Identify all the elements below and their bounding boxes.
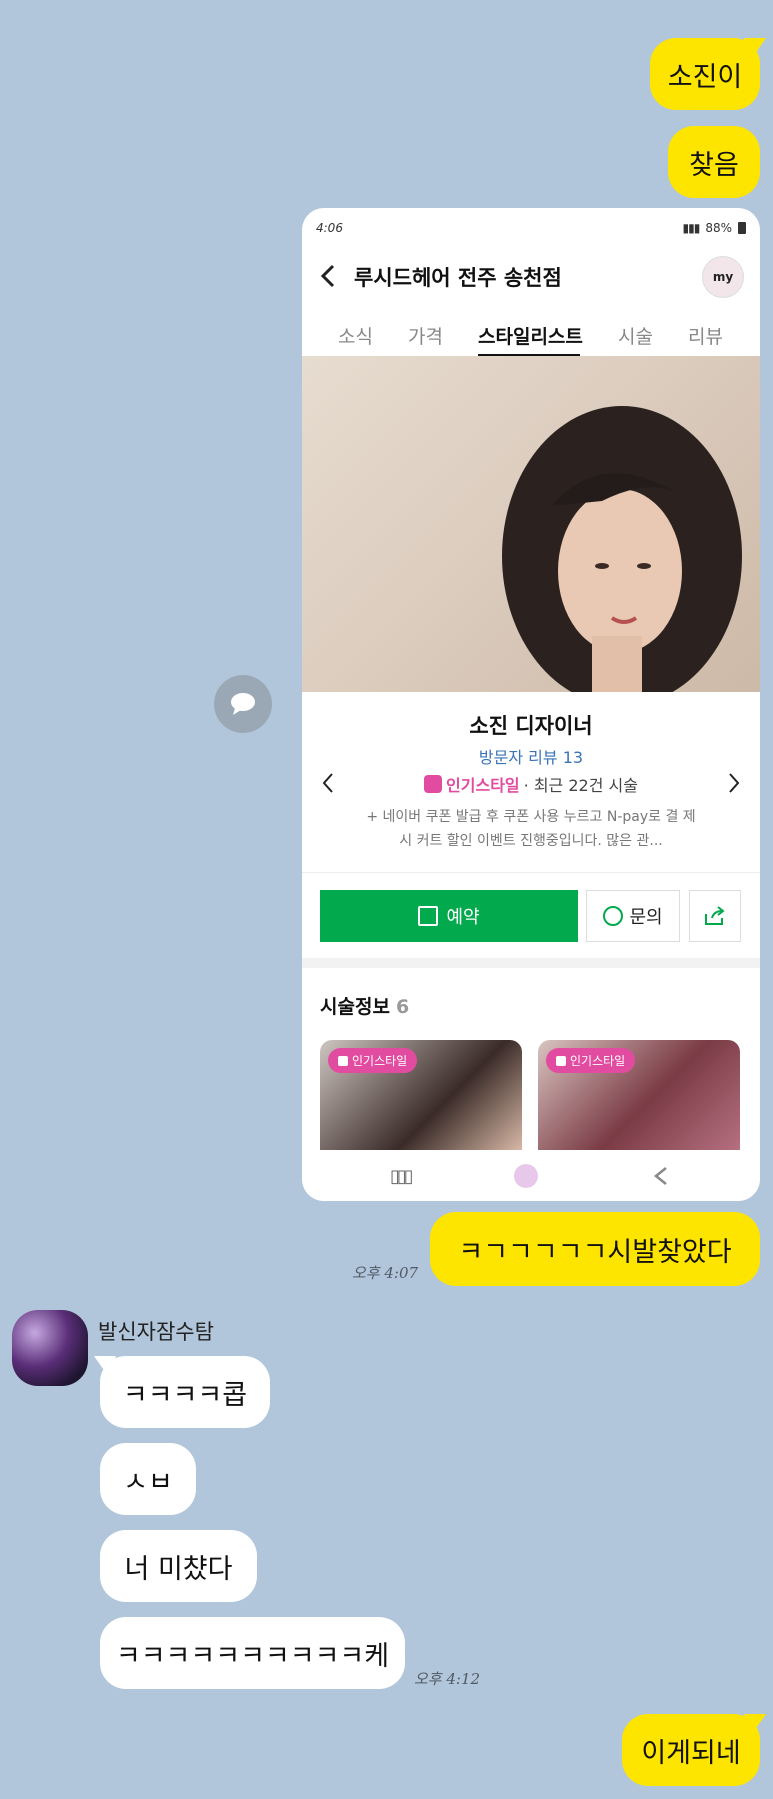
message-text: 너 미챴다 bbox=[124, 1553, 233, 1585]
style-card-1[interactable]: 인기스타일 bbox=[320, 1040, 522, 1150]
section-title: 시술정보 bbox=[320, 996, 390, 1018]
tab-procedure[interactable]: 시술 bbox=[618, 322, 653, 349]
message-text: ㅋㅋㅋㅋ콥 bbox=[122, 1379, 248, 1411]
reserve-button[interactable]: 예약 bbox=[320, 890, 578, 942]
message-text: 소진이 bbox=[667, 61, 743, 93]
promo-line-2[interactable]: 시 커트 할인 이벤트 진행중입니다. 많은 관... bbox=[302, 830, 760, 850]
inquiry-button[interactable]: 문의 bbox=[586, 890, 680, 942]
message-bubble-mine[interactable]: 찾음 bbox=[668, 126, 760, 198]
message-text: ㅋㅋㅋㅋㅋㅋㅋㅋㅋㅋ케 bbox=[115, 1640, 390, 1672]
message-text: 찾음 bbox=[689, 149, 739, 181]
style-card-2[interactable]: 인기스타일 bbox=[538, 1040, 740, 1150]
share-bubble-button[interactable] bbox=[214, 675, 272, 733]
section-header: 시술정보 6 bbox=[320, 992, 409, 1019]
tab-bar: 소식 가격 스타일리스트 시술 리뷰 bbox=[302, 312, 760, 360]
message-bubble-theirs[interactable]: ㅋㅋㅋㅋ콥 bbox=[94, 1356, 270, 1428]
avatar-label: my bbox=[712, 270, 734, 284]
tab-news[interactable]: 소식 bbox=[338, 322, 373, 349]
visitor-review-link[interactable]: 방문자 리뷰 13 bbox=[302, 744, 760, 768]
popular-style-row: 인기스타일 · 최근 22건 시술 bbox=[302, 772, 760, 796]
shared-screenshot[interactable]: 4:06 ▮▮▮ 88% 루시드헤어 전주 송천점 my 소식 가격 스타일리스… bbox=[302, 208, 760, 1201]
share-icon bbox=[705, 906, 725, 925]
message-bubble-theirs[interactable]: 너 미챴다 bbox=[100, 1530, 257, 1602]
status-time: 4:06 bbox=[316, 221, 343, 235]
message-bubble-mine[interactable]: 이게되네 bbox=[622, 1714, 766, 1786]
signal-icon: ▮▮▮ bbox=[682, 221, 701, 235]
message-text: ㅋㄱㄱㄱㄱㄱ시발찾았다 bbox=[458, 1236, 732, 1268]
recent-apps-icon[interactable]: ▯▯▯ bbox=[390, 1166, 414, 1187]
reserve-label: 예약 bbox=[446, 907, 480, 928]
section-count: 6 bbox=[395, 996, 410, 1018]
battery-icon bbox=[738, 222, 746, 234]
designer-photo bbox=[302, 356, 760, 692]
section-separator bbox=[302, 958, 760, 968]
avatar[interactable]: my bbox=[702, 256, 744, 298]
recent-count: · 최근 22건 시술 bbox=[523, 776, 638, 795]
divider bbox=[302, 872, 760, 873]
shop-title: 루시드헤어 전주 송천점 bbox=[354, 266, 562, 290]
badge-icon bbox=[556, 1055, 566, 1066]
message-time: 오후 4:07 bbox=[352, 1264, 419, 1282]
message-text: ㅅㅂ bbox=[123, 1466, 173, 1498]
tab-stylist[interactable]: 스타일리스트 bbox=[478, 322, 583, 349]
tab-review[interactable]: 리뷰 bbox=[688, 322, 723, 349]
tab-price[interactable]: 가격 bbox=[408, 322, 443, 349]
inquiry-label: 문의 bbox=[629, 907, 663, 928]
calendar-icon bbox=[418, 906, 439, 926]
share-button[interactable] bbox=[689, 890, 741, 942]
sender-name: 발신자잠수탐 bbox=[98, 1320, 214, 1344]
message-time: 오후 4:12 bbox=[414, 1670, 481, 1688]
message-text: 이게되네 bbox=[641, 1737, 741, 1769]
popular-chip: 인기스타일 bbox=[328, 1048, 418, 1073]
promo-line-1: + 네이버 쿠폰 발급 후 쿠폰 사용 누르고 N-pay로 결 제 bbox=[366, 809, 696, 825]
message-bubble-theirs[interactable]: ㅋㅋㅋㅋㅋㅋㅋㅋㅋㅋ케 bbox=[100, 1617, 405, 1689]
chat-icon bbox=[603, 906, 624, 926]
speech-bubble-icon bbox=[231, 693, 255, 715]
message-bubble-mine[interactable]: ㅋㄱㄱㄱㄱㄱ시발찾았다 bbox=[430, 1212, 760, 1286]
chip-label: 인기스타일 bbox=[352, 1054, 408, 1068]
badge-icon bbox=[338, 1055, 348, 1066]
popular-style-label: 인기스타일 bbox=[446, 776, 520, 795]
status-bar: 4:06 ▮▮▮ 88% bbox=[316, 218, 746, 238]
designer-name: 소진 디자이너 bbox=[469, 714, 593, 738]
avatar[interactable] bbox=[12, 1310, 88, 1386]
back-nav-icon[interactable] bbox=[652, 1166, 668, 1186]
app-header: 루시드헤어 전주 송천점 my bbox=[302, 246, 760, 302]
badge-icon bbox=[424, 775, 443, 793]
navigation-bar: ▯▯▯ bbox=[302, 1150, 760, 1201]
status-icons: ▮▮▮ 88% bbox=[683, 221, 746, 235]
portrait-illustration bbox=[502, 406, 742, 692]
battery-level: 88% bbox=[705, 221, 732, 235]
back-icon[interactable] bbox=[320, 264, 336, 288]
popular-chip: 인기스타일 bbox=[546, 1048, 636, 1073]
message-bubble-mine[interactable]: 소진이 bbox=[650, 38, 766, 110]
chip-label: 인기스타일 bbox=[570, 1054, 626, 1068]
home-icon[interactable] bbox=[514, 1164, 538, 1188]
message-bubble-theirs[interactable]: ㅅㅂ bbox=[100, 1443, 196, 1515]
